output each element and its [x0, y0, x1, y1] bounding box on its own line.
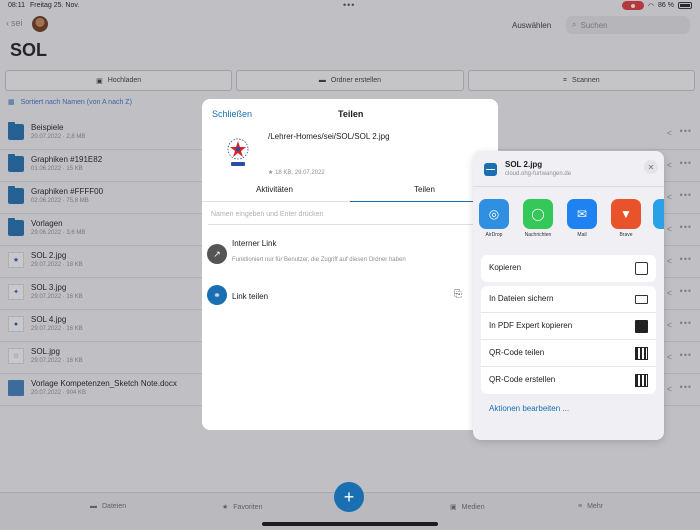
messages-icon: ◯ [523, 199, 553, 229]
close-icon[interactable]: ✕ [644, 160, 658, 174]
popover-header: SOL 2.jpg cloud.ohg-furtwangen.de ✕ [473, 151, 664, 187]
folder-icon [635, 295, 648, 304]
sheet-tabs: Aktivitäten Teilen [202, 185, 498, 202]
pdf-expert-icon [635, 320, 648, 333]
app-label: Mail [577, 232, 587, 238]
internal-link-description: Funktioniert nur für Benutzer, die Zugri… [232, 257, 406, 263]
airdrop-icon: ◎ [479, 199, 509, 229]
share-link-label[interactable]: Link teilen [232, 292, 268, 301]
app-label: Nachrichten [524, 232, 552, 238]
copy-icon [635, 262, 648, 275]
clipboard-icon[interactable]: ⎘ [454, 289, 462, 300]
save-to-files-action[interactable]: In Dateien sichern [481, 286, 656, 313]
app-mail[interactable]: ✉ Mail [565, 199, 599, 238]
internal-link-title[interactable]: Interner Link [232, 239, 276, 248]
copy-action[interactable]: Kopieren [481, 255, 656, 282]
ios-share-popover: SOL 2.jpg cloud.ohg-furtwangen.de ✕ ◎ Ai… [473, 151, 664, 440]
close-button[interactable]: Schließen [212, 109, 252, 119]
qr-share-action[interactable]: QR-Code teilen [481, 340, 656, 367]
pdf-expert-action[interactable]: In PDF Expert kopieren [481, 313, 656, 340]
qr-share-label: QR-Code teilen [489, 348, 545, 357]
app-row: ◎ AirDrop ◯ Nachrichten ✉ Mail ▼ Brave •… [473, 199, 664, 245]
app-icon: • [653, 199, 664, 229]
internal-link-icon: ↗ [207, 244, 227, 264]
sheet-title: Teilen [338, 109, 364, 119]
sol-logo-icon [227, 138, 249, 166]
add-button[interactable]: + [334, 482, 364, 512]
copy-label: Kopieren [489, 263, 522, 272]
file-path: /Lehrer-Homes/sei/SOL/SOL 2.jpg [268, 132, 390, 141]
action-group-copy: Kopieren [481, 255, 656, 282]
home-indicator[interactable] [262, 522, 438, 526]
qr-create-action[interactable]: QR-Code erstellen [481, 367, 656, 394]
app-airdrop[interactable]: ◎ AirDrop [477, 199, 511, 238]
app-brave[interactable]: ▼ Brave [609, 199, 643, 238]
share-name-input[interactable]: Namen eingeben und Enter drücken [208, 211, 492, 225]
save-to-files-label: In Dateien sichern [489, 294, 554, 303]
tab-activities[interactable]: Aktivitäten [256, 185, 293, 194]
qr-code-icon [635, 347, 648, 360]
file-info: ★ 18 KB, 29.07.2022 [268, 169, 325, 176]
star-icon[interactable]: ★ [268, 170, 273, 176]
tab-share[interactable]: Teilen [414, 185, 435, 194]
app-next[interactable]: • Ne [651, 199, 664, 238]
app-label: Ne [651, 232, 664, 238]
qr-create-label: QR-Code erstellen [489, 375, 556, 384]
popover-title: SOL 2.jpg [505, 160, 543, 169]
qr-code-icon [635, 374, 648, 387]
edit-actions-link[interactable]: Aktionen bearbeiten ... [489, 404, 569, 413]
share-sheet: Schließen Teilen /Lehrer-Homes/sei/SOL/S… [202, 99, 498, 430]
file-app-icon [484, 163, 497, 176]
app-label: AirDrop [485, 232, 503, 238]
mail-icon: ✉ [567, 199, 597, 229]
popover-subtitle: cloud.ohg-furtwangen.de [505, 171, 572, 177]
file-info-text: 18 KB, 29.07.2022 [275, 170, 325, 176]
app-messages[interactable]: ◯ Nachrichten [521, 199, 555, 238]
app-label: Brave [619, 232, 633, 238]
link-icon: ⚭ [207, 285, 227, 305]
action-group-main: In Dateien sichern In PDF Expert kopiere… [481, 286, 656, 394]
brave-icon: ▼ [611, 199, 641, 229]
pdf-expert-label: In PDF Expert kopieren [489, 321, 573, 330]
